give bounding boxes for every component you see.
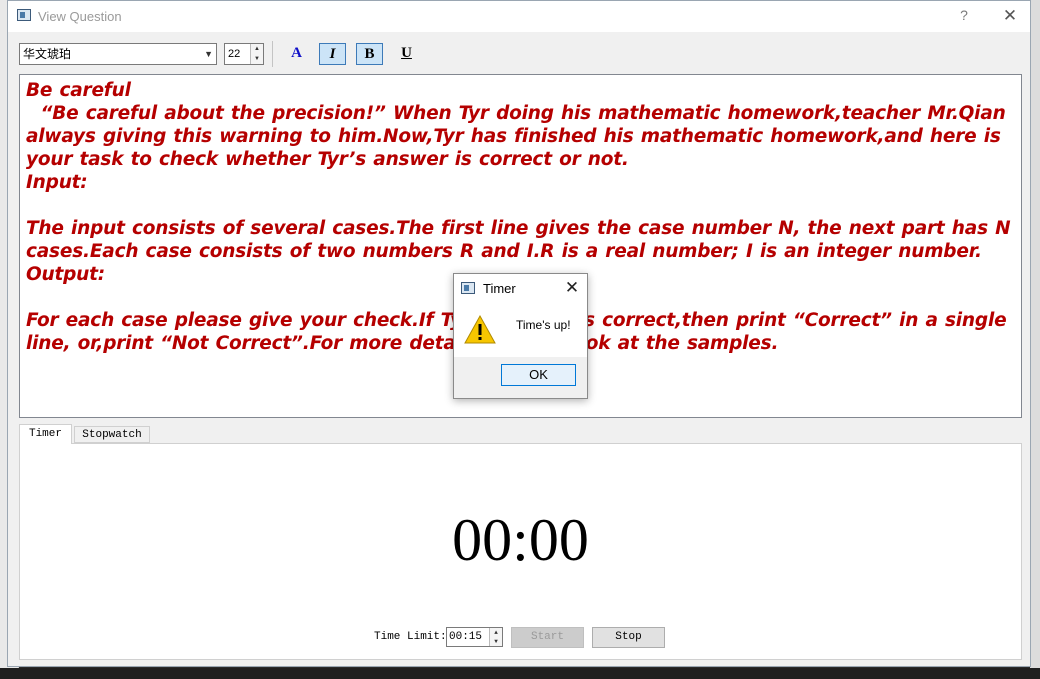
input-heading: Input:	[26, 172, 88, 193]
spin-arrows-icon[interactable]: ▲ ▼	[489, 628, 502, 646]
dialog-message: Time's up!	[516, 318, 571, 332]
timer-tabs: Timer Stopwatch 00:00 Time Limit: 00:15 …	[19, 424, 1022, 664]
time-limit-value: 00:15	[449, 631, 483, 643]
spin-arrows-icon[interactable]: ▲ ▼	[250, 44, 263, 64]
font-family-select[interactable]: 华文琥珀 ▼	[19, 43, 217, 65]
input-description: The input consists of several cases.The …	[26, 218, 1018, 262]
text-color-button[interactable]: A	[283, 43, 310, 65]
font-size-spinbox[interactable]: 22 ▲ ▼	[224, 43, 264, 65]
title-bar[interactable]: View Question ? ✕	[8, 1, 1030, 32]
question-title: Be careful	[26, 80, 131, 101]
underline-button[interactable]: U	[393, 43, 420, 65]
font-size-value: 22	[228, 48, 241, 60]
start-button[interactable]: Start	[511, 627, 584, 648]
time-limit-spinbox[interactable]: 00:15 ▲ ▼	[446, 627, 503, 647]
close-button[interactable]: ✕	[998, 5, 1022, 27]
dialog-title-bar[interactable]: Timer ✕	[454, 274, 587, 303]
format-toolbar: 华文琥珀 ▼ 22 ▲ ▼ A I B U	[8, 32, 1030, 74]
toolbar-separator	[272, 41, 273, 67]
timer-dialog: Timer ✕ Time's up! OK	[453, 273, 588, 399]
ok-button[interactable]: OK	[501, 364, 576, 386]
bold-button[interactable]: B	[356, 43, 383, 65]
desktop-bottom-edge	[0, 668, 1040, 679]
timer-display: 00:00	[452, 507, 589, 573]
dialog-body: Time's up!	[454, 303, 587, 357]
tab-timer[interactable]: Timer	[19, 424, 72, 444]
help-button[interactable]: ?	[954, 7, 974, 25]
app-icon	[461, 282, 475, 294]
warning-icon	[464, 315, 496, 344]
chevron-down-icon[interactable]: ▼	[204, 44, 213, 64]
tab-stopwatch[interactable]: Stopwatch	[74, 426, 150, 443]
stop-button[interactable]: Stop	[592, 627, 665, 648]
dialog-close-button[interactable]: ✕	[561, 278, 583, 298]
window-title: View Question	[38, 9, 122, 24]
timer-panel: 00:00 Time Limit: 00:15 ▲ ▼ Start Stop	[19, 443, 1022, 660]
app-icon	[17, 9, 31, 21]
desktop-right-edge	[1030, 0, 1040, 679]
italic-button[interactable]: I	[319, 43, 346, 65]
time-limit-label: Time Limit:	[374, 631, 447, 643]
font-family-value: 华文琥珀	[23, 47, 72, 61]
dialog-title: Timer	[483, 281, 516, 296]
question-description: “Be careful about the precision!” When T…	[26, 103, 1013, 170]
